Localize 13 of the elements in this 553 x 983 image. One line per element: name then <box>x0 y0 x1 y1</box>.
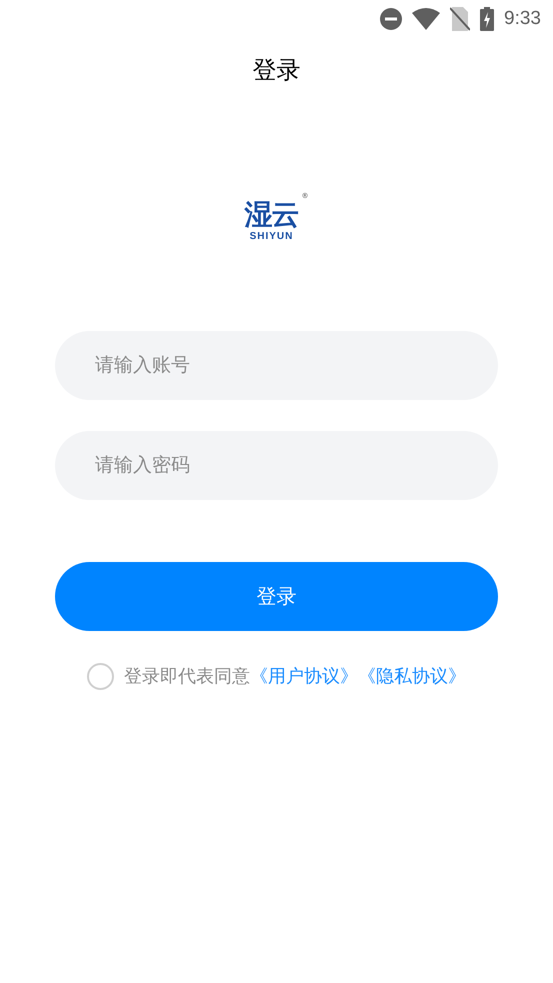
text-field[interactable]: 请输入账号 <box>55 330 498 400</box>
status-time: 9:33 <box>504 6 541 31</box>
no-sim-icon <box>450 7 470 31</box>
battery-charging-icon <box>480 7 494 31</box>
agreement-checkbox[interactable] <box>87 662 114 690</box>
do-not-disturb-icon <box>380 8 402 30</box>
agreement-link[interactable]: 《用户协议》 <box>250 662 358 690</box>
login-button[interactable]: 登录 <box>55 562 498 631</box>
text-field[interactable]: 请输入密码 <box>55 430 498 500</box>
agreement-text: 登录即代表同意 <box>124 664 250 689</box>
agreement-link[interactable]: 《隐私协议》 <box>358 662 466 690</box>
wifi-icon <box>412 8 440 30</box>
page-title: 登录 <box>252 55 300 86</box>
